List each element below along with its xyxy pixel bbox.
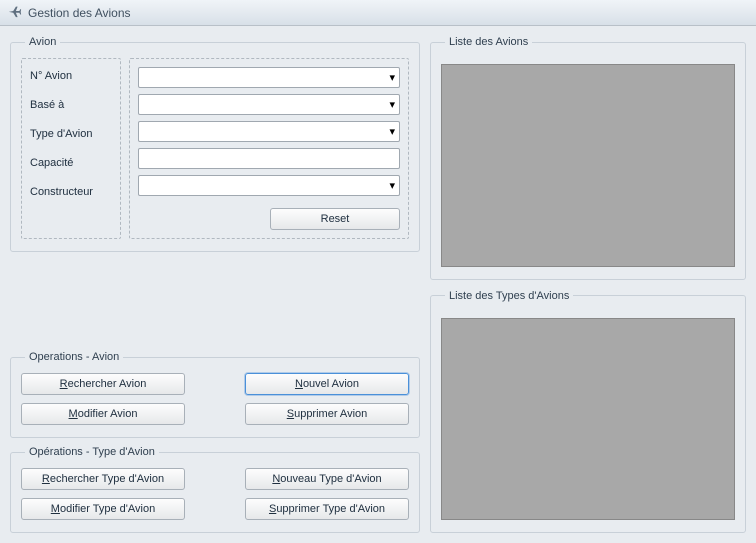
label-type: Type d'Avion	[30, 125, 112, 143]
liste-avions-legend: Liste des Avions	[445, 36, 532, 48]
chevron-down-icon: ▾	[389, 98, 395, 111]
fields-panel: ▾ ▾ ▾ ▾ Reset	[129, 58, 409, 239]
modifier-type-button[interactable]: Modifier Type d'Avion	[21, 498, 185, 520]
nouveau-type-button[interactable]: Nouveau Type d'Avion	[245, 468, 409, 490]
label-constructeur: Constructeur	[30, 183, 112, 201]
nouvel-avion-button[interactable]: Nouvel Avion	[245, 373, 409, 395]
chevron-down-icon: ▾	[389, 125, 395, 138]
num-avion-combo[interactable]: ▾	[138, 67, 400, 88]
avion-legend: Avion	[25, 36, 60, 48]
liste-avions-table[interactable]	[441, 64, 735, 267]
ops-type-legend: Opérations - Type d'Avion	[25, 446, 159, 458]
label-base: Basé à	[30, 96, 112, 114]
rechercher-avion-button[interactable]: Rechercher Avion	[21, 373, 185, 395]
window-title: Gestion des Avions	[28, 6, 131, 20]
capacite-field[interactable]	[138, 148, 400, 169]
base-combo[interactable]: ▾	[138, 94, 400, 115]
liste-types-table[interactable]	[441, 318, 735, 521]
chevron-down-icon: ▾	[389, 179, 395, 192]
ops-avion-legend: Operations - Avion	[25, 351, 123, 363]
reset-button[interactable]: Reset	[270, 208, 400, 230]
supprimer-avion-button[interactable]: Supprimer Avion	[245, 403, 409, 425]
rechercher-type-button[interactable]: Rechercher Type d'Avion	[21, 468, 185, 490]
avion-group: Avion N° Avion Basé à Type d'Avion Capac…	[10, 36, 420, 252]
label-num-avion: N° Avion	[30, 67, 112, 85]
airplane-icon	[8, 4, 22, 21]
liste-types-group: Liste des Types d'Avions	[430, 290, 746, 534]
supprimer-type-button[interactable]: Supprimer Type d'Avion	[245, 498, 409, 520]
operations-avion-group: Operations - Avion Rechercher Avion Nouv…	[10, 351, 420, 438]
label-capacite: Capacité	[30, 154, 112, 172]
labels-panel: N° Avion Basé à Type d'Avion Capacité Co…	[21, 58, 121, 239]
constructeur-combo[interactable]: ▾	[138, 175, 400, 196]
liste-avions-group: Liste des Avions	[430, 36, 746, 280]
type-combo[interactable]: ▾	[138, 121, 400, 142]
operations-type-group: Opérations - Type d'Avion Rechercher Typ…	[10, 446, 420, 533]
liste-types-legend: Liste des Types d'Avions	[445, 290, 573, 302]
modifier-avion-button[interactable]: Modifier Avion	[21, 403, 185, 425]
chevron-down-icon: ▾	[389, 71, 395, 84]
window-titlebar: Gestion des Avions	[0, 0, 756, 26]
